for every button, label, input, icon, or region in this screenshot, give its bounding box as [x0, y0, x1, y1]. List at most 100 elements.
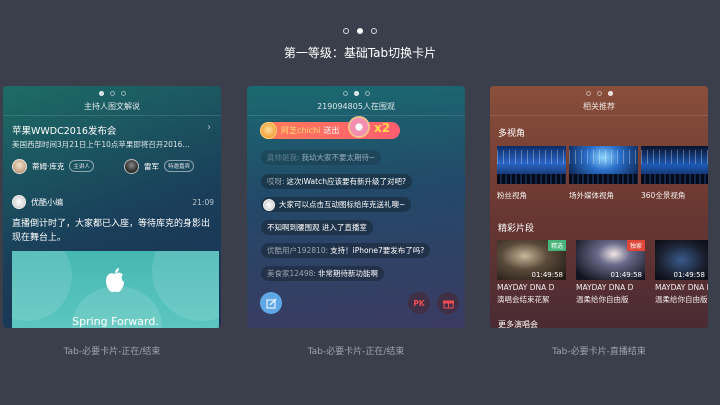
clip-title[interactable]: MAYDAY DNA D	[655, 283, 708, 292]
clip-duration: 01:49:58	[673, 271, 705, 279]
card-tab-indicator[interactable]	[247, 91, 465, 96]
card-host-commentary[interactable]: 主持人图文解说 苹果WWDC2016发布会 › 美国西部时间3月21日上午10点…	[3, 86, 221, 328]
post-header: 优酷小编 21:09	[12, 195, 214, 209]
card-recommendations[interactable]: 相关推荐 多视角 粉丝视角 场外媒体视角 360全景视角 精彩片段 精选 01:…	[490, 86, 708, 328]
clip-subtitle[interactable]: 演唱会结束花絮	[497, 294, 550, 305]
card-tab-indicator[interactable]	[490, 91, 708, 96]
card-tab-dot[interactable]	[585, 91, 591, 96]
clip-duration: 01:49:58	[610, 271, 642, 279]
clip-title[interactable]: MAYDAY DNA D	[576, 283, 633, 292]
clip-thumbnail[interactable]: 精选 01:49:58	[497, 240, 566, 280]
card-tab-dot[interactable]	[364, 91, 370, 96]
video-thumbnail[interactable]	[497, 146, 566, 184]
chat-message: 优酷用户192810: 支持！iPhone7要发布了吗?	[261, 243, 431, 258]
thumb-decor	[641, 174, 708, 184]
chat-user: 真帅是我:	[267, 153, 300, 162]
divider	[3, 115, 221, 116]
role-tag: 特邀嘉宾	[164, 160, 195, 172]
post-text: 直播倒计时了，大家都已入座，等待库克的身影出现在舞台上。	[12, 219, 211, 243]
gift-button[interactable]	[437, 292, 459, 314]
card-tab-dot[interactable]	[353, 91, 359, 96]
clip-thumbnail[interactable]: 独家 01:49:58	[576, 240, 645, 280]
video-thumbnail[interactable]	[641, 146, 708, 184]
section-highlights: 精彩片段	[498, 224, 535, 234]
card-tab-dot[interactable]	[596, 91, 602, 96]
card-title: 主持人图文解说	[84, 102, 140, 111]
avatar	[260, 122, 277, 139]
video-thumbnail[interactable]	[569, 146, 638, 184]
banner-decor	[152, 251, 219, 321]
thumb-decor	[569, 174, 638, 184]
card-live-chat[interactable]: 219094805人在围观 阿芝chichi 送出 x2 真帅是我: 我幼大家不要…	[247, 86, 465, 328]
chat-message: 大家可以点击互动图标给库克送礼噢~	[261, 197, 412, 212]
view-caption[interactable]: 场外媒体视角	[569, 190, 614, 201]
badge-featured: 精选	[547, 240, 566, 251]
person-guest[interactable]: 雷军 特邀嘉宾	[124, 158, 195, 174]
gift-count: x2	[374, 121, 391, 135]
chat-message: 哎呀: 这次iWatch应该要有新升级了对吧?	[261, 174, 412, 189]
clip-subtitle[interactable]: 温柔给你自由版	[576, 294, 629, 305]
donut-gift-icon	[348, 116, 370, 138]
chat-message: 不知啊到腰围观 进入了直播室	[261, 220, 373, 235]
thumb-decor	[497, 174, 566, 184]
avatar	[12, 195, 26, 209]
card-caption: Tab-必要卡片-正在/结束	[63, 347, 161, 357]
page-indicator[interactable]	[0, 28, 720, 34]
viewer-count: 219094805人在围观	[317, 102, 395, 111]
thumb-decor	[641, 150, 708, 164]
page-dot[interactable]	[371, 28, 377, 34]
gift-icon	[442, 300, 454, 308]
person-host[interactable]: 蒂姆·库克 主讲人	[12, 158, 94, 174]
chat-text: 这次iWatch应该要有新升级了对吧?	[286, 177, 406, 186]
card-tab-dot[interactable]	[342, 91, 348, 96]
chat-user: 美食家12498:	[267, 269, 316, 278]
clip-thumbnail[interactable]: 01:49:58	[655, 240, 708, 280]
avatar	[124, 158, 139, 174]
chevron-right-icon[interactable]: ›	[207, 122, 211, 133]
post-time: 21:09	[192, 197, 214, 207]
card-caption: Tab-必要卡片-直播结束	[552, 347, 646, 357]
card-tab-dot[interactable]	[607, 91, 613, 96]
edit-icon	[266, 298, 276, 308]
compose-button[interactable]	[260, 292, 282, 314]
chat-text: 我幼大家不要太期待~	[301, 153, 376, 162]
chat-user: 优酷用户192810:	[267, 246, 329, 255]
event-banner-image[interactable]: Spring Forward.	[12, 251, 219, 328]
person-name: 蒂姆·库克	[32, 161, 65, 171]
person-name: 雷军	[144, 161, 159, 171]
page-dot-active[interactable]	[357, 28, 363, 34]
card-tab-dot[interactable]	[98, 91, 104, 96]
thumb-decor	[569, 150, 638, 164]
chat-text: 大家可以点击互动图标给库克送礼噢~	[279, 200, 406, 209]
view-caption[interactable]: 360全景视角	[641, 190, 685, 201]
pk-button[interactable]: PK	[408, 292, 430, 314]
chat-text: 支持！iPhone7要发布了吗?	[330, 246, 425, 255]
thumb-decor	[497, 150, 566, 164]
apple-logo-icon	[106, 268, 124, 293]
card-tab-dot[interactable]	[120, 91, 126, 96]
avatar	[263, 198, 275, 211]
card-title: 相关推荐	[583, 102, 615, 111]
chat-text: 不知啊到腰围观 进入了直播室	[267, 223, 367, 232]
event-subtitle: 美国西部时间3月21日上午10点苹果即将召开2016...	[12, 140, 190, 149]
banner-decor	[12, 251, 72, 321]
clip-title[interactable]: MAYDAY DNA D	[497, 283, 554, 292]
clip-subtitle[interactable]: 温柔给你自由版	[655, 294, 708, 305]
page-dot[interactable]	[343, 28, 349, 34]
clip-duration: 01:49:58	[531, 271, 563, 279]
page-title: 第一等级：基础Tab切换卡片	[283, 46, 437, 60]
gift-action: 送出	[323, 126, 340, 135]
card-tab-dot[interactable]	[109, 91, 115, 96]
role-tag: 主讲人	[69, 160, 94, 172]
card-tab-indicator[interactable]	[3, 91, 221, 96]
badge-exclusive: 独家	[626, 240, 645, 251]
section-more-concerts[interactable]: 更多演唱会	[498, 319, 538, 328]
chat-user: 哎呀:	[267, 177, 285, 186]
gift-sender: 阿芝chichi	[281, 126, 321, 135]
view-caption[interactable]: 粉丝视角	[497, 190, 527, 201]
chat-message: 美食家12498: 非常期待新功能啊	[261, 266, 384, 281]
event-title[interactable]: 苹果WWDC2016发布会	[12, 123, 116, 137]
divider	[490, 115, 708, 116]
card-caption: Tab-必要卡片-正在/结束	[307, 347, 405, 357]
section-multi-view: 多视角	[498, 129, 526, 139]
